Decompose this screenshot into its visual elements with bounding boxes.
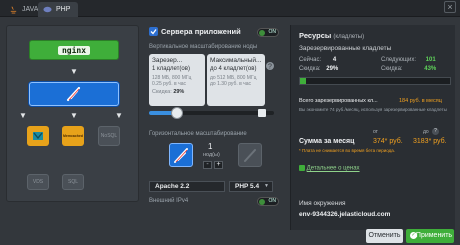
java-icon (10, 6, 17, 14)
arrow-down-icon: ▼ (70, 111, 78, 120)
monthly-sum-from: 374* руб. (373, 138, 403, 145)
php-version-select[interactable]: PHP 5.4 ▼ (229, 181, 273, 192)
mysql-node[interactable] (27, 126, 49, 146)
arrow-down-icon: ▼ (19, 111, 27, 120)
vertical-scaling-label: Вертикальное масштабирование ноды (149, 44, 258, 50)
max-price: до 1.30 руб. в час (210, 81, 252, 87)
reserved-cloudlets-label: Зарезервированные кладлеты (299, 45, 392, 52)
max-count: до 4 кладлет(ов) (210, 66, 257, 72)
max-slider-handle[interactable] (258, 109, 266, 117)
web-server-value: Apache 2.2 (155, 183, 190, 190)
feather-icon (174, 148, 188, 163)
max-cloudlets-box[interactable]: Максимальный... до 4 кладлет(ов) до 512 … (207, 54, 265, 106)
node-count: 1 (208, 142, 213, 151)
engine-tabs: JAVA PHP × (0, 0, 460, 17)
horizontal-scaling-label: Горизонтальное масштабирование (149, 131, 247, 137)
monthly-sum-to: 3183* руб. (413, 138, 447, 145)
cloudlet-slider-track[interactable] (149, 111, 274, 115)
reserved-progress-bar (299, 77, 451, 85)
app-server-node[interactable] (29, 82, 119, 106)
tab-php[interactable]: PHP (38, 2, 79, 17)
node-instance-icon (169, 143, 193, 167)
nosql-label: NoSQL (100, 133, 118, 139)
feather-icon (244, 149, 256, 162)
reserved-discount-value: 29% (173, 89, 185, 95)
vds-label: VDS (32, 179, 44, 185)
memcached-logo: Memcached (62, 134, 84, 138)
reserved-title: Зарезер... (152, 57, 183, 64)
reserved-count: 1 кладлет(ов) (152, 66, 190, 72)
environment-name-label: Имя окружения (299, 200, 346, 207)
web-server-select[interactable]: Apache 2.2 (149, 181, 225, 192)
to-label: до (423, 129, 429, 135)
node-decrement-button[interactable]: - (203, 161, 212, 169)
topology-panel: nginx ▼ ▼ ▼ ▼ Memcached NoSQL VDS SQL (6, 25, 139, 202)
resources-title: Ресурсы (кладлеты) (299, 31, 365, 40)
nginx-logo: nginx (57, 45, 91, 55)
ipv4-label: Внешний IPv4 (149, 198, 189, 204)
php-version-value: PHP 5.4 (235, 183, 260, 190)
app-server-config: Сервера приложений ON Вертикальное масшт… (145, 25, 282, 206)
tab-php-label: PHP (56, 6, 71, 13)
next-value: 101 (425, 57, 436, 63)
from-label: от (373, 129, 378, 135)
arrow-down-icon: ▼ (115, 111, 123, 120)
total-reserved-label: Всего зарезервированных кл... (299, 98, 378, 104)
nosql-node[interactable]: NoSQL (98, 126, 120, 146)
feather-icon (66, 86, 81, 102)
node-increment-button[interactable]: + (214, 161, 223, 169)
environment-topology-window: JAVA PHP × nginx ▼ ▼ ▼ ▼ Memcached NoSQL… (0, 0, 460, 245)
sql-node[interactable]: SQL (62, 174, 84, 190)
reserved-price: 0.25 руб. в час (152, 81, 186, 87)
node-unit: нод(ы) (203, 152, 220, 158)
vds-node[interactable]: VDS (27, 174, 49, 190)
environment-name[interactable]: env-9344326.jelasticloud.com (299, 211, 390, 218)
mysql-icon (33, 132, 43, 140)
resources-panel: Ресурсы (кладлеты) Зарезервированные кла… (290, 25, 455, 230)
chevron-down-icon: ▼ (264, 183, 269, 189)
reserved-slider-handle[interactable] (171, 107, 183, 119)
total-reserved-value: 184 руб. в месяц (399, 98, 442, 104)
apply-button[interactable]: ✓ Применить (406, 229, 454, 243)
app-servers-toggle[interactable]: ON (257, 28, 279, 37)
discount-value: 29% (326, 66, 339, 72)
total-savings-note: Вы экономите 74 руб./месяц, используя за… (299, 107, 447, 112)
memcached-node[interactable]: Memcached (62, 126, 84, 146)
close-icon[interactable]: × (444, 1, 456, 13)
cancel-button[interactable]: Отменить (366, 229, 403, 243)
monthly-sum-label: Сумма за месяц (299, 138, 355, 145)
pricing-details-link[interactable]: Детальнее о ценах (299, 165, 360, 172)
sql-label: SQL (67, 179, 78, 185)
inactive-node-slot (238, 143, 262, 167)
app-server-checkbox[interactable] (149, 27, 158, 36)
price-icon (299, 165, 305, 171)
php-icon (43, 6, 52, 13)
max-title: Максимальный... (210, 57, 262, 64)
next-row: Следующих: 101 (381, 57, 436, 63)
app-servers-title: Сервера приложений (161, 27, 241, 36)
info-icon[interactable]: ? (432, 128, 439, 135)
balancer-node[interactable]: nginx (29, 40, 119, 60)
discount-row: Скидка: 29% (299, 66, 339, 72)
next-discount-row: Скидка: 43% (381, 66, 437, 72)
reserved-discount-label: Скидка: (152, 89, 172, 95)
svg-text:?: ? (268, 64, 272, 71)
check-icon: ✓ (410, 232, 417, 239)
next-discount-value: 43% (424, 66, 437, 72)
now-value: 4 (332, 57, 337, 63)
help-icon[interactable]: ? (265, 61, 279, 89)
beta-note: * Плата не снимается во время бета перио… (299, 148, 396, 153)
arrow-down-icon: ▼ (70, 67, 78, 76)
ipv4-toggle[interactable]: ON (257, 197, 279, 206)
check-icon (150, 29, 157, 35)
tab-java-label: JAVA (22, 6, 39, 13)
now-row: Сейчас: 4 (299, 57, 337, 63)
reserved-cloudlets-box[interactable]: Зарезер... 1 кладлет(ов) 128 МБ, 800 МГц… (149, 54, 205, 106)
